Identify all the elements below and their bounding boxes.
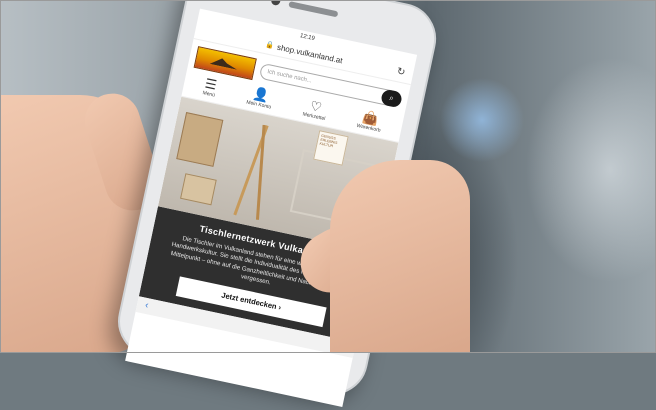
cart-button[interactable]: 👜 Warenkorb (356, 109, 384, 134)
search-placeholder: Ich suche nach... (266, 69, 313, 85)
lock-icon: 🔒 (264, 41, 275, 50)
menu-button[interactable]: ☰ Menü (201, 76, 218, 99)
wishlist-button[interactable]: ♡ Merkzettel (302, 98, 329, 122)
back-icon[interactable]: ‹ (144, 300, 150, 311)
wooden-box (180, 173, 217, 206)
genuss-badge: GENUSS ERLEBNIS KULTUR (313, 130, 349, 166)
wooden-stand (255, 124, 266, 220)
menu-label: Menü (201, 90, 216, 99)
speaker-grille (288, 1, 339, 18)
camera-icon (270, 0, 282, 7)
right-hand (330, 160, 470, 353)
wishlist-label: Merkzettel (301, 111, 326, 123)
reload-icon[interactable]: ↻ (396, 66, 406, 79)
search-icon[interactable]: ⌕ (380, 88, 403, 109)
account-button[interactable]: 👤 Mein Konto (246, 86, 275, 111)
furniture-panel (176, 112, 224, 167)
